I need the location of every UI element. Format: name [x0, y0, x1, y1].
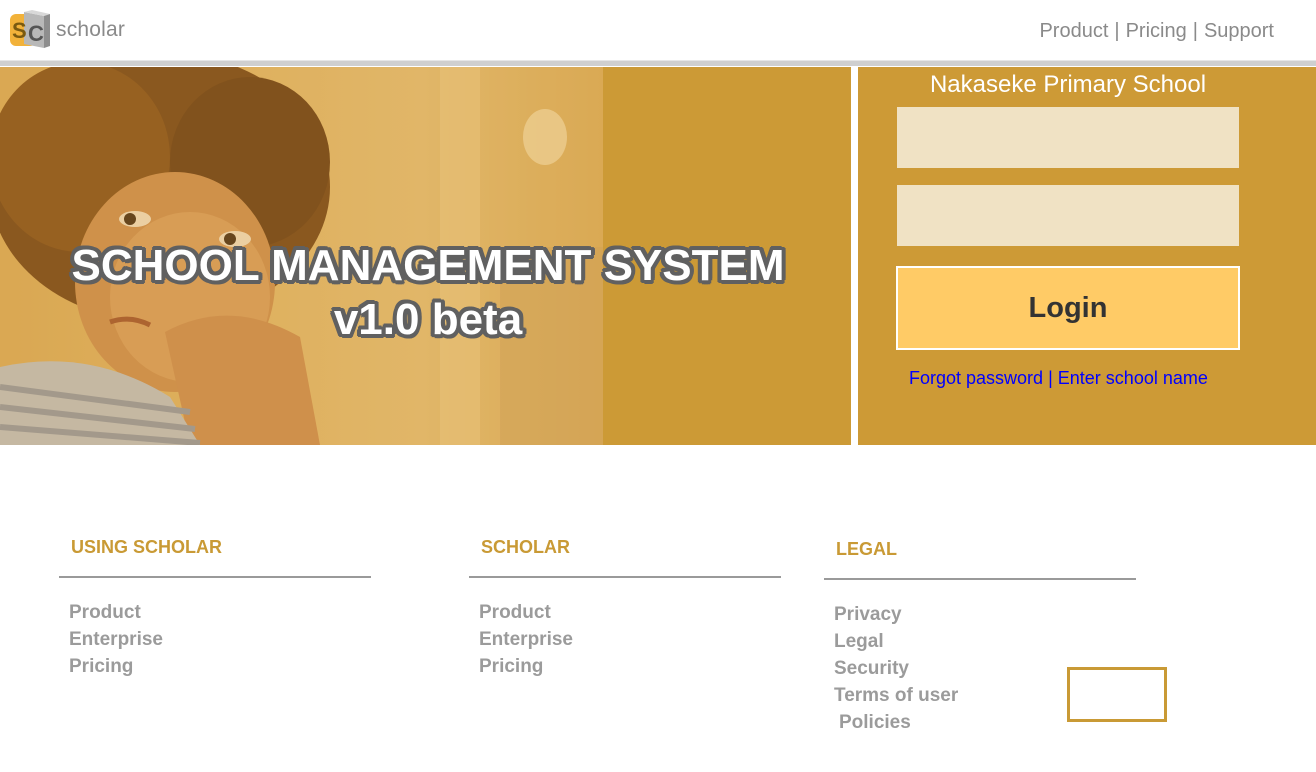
footer-heading: SCHOLAR: [481, 537, 570, 557]
hero-title: SCHOOL MANAGEMENT SYSTEM v1.0 beta: [28, 239, 828, 347]
footer-heading: LEGAL: [836, 539, 897, 559]
footer-link-product[interactable]: Product: [69, 599, 163, 626]
svg-text:S: S: [12, 18, 27, 43]
footer-link-pricing[interactable]: Pricing: [479, 653, 573, 680]
nav-separator: |: [1114, 20, 1120, 42]
nav-pricing-link[interactable]: Pricing: [1126, 20, 1187, 42]
footer-divider: [59, 576, 371, 578]
svg-text:C: C: [28, 21, 44, 46]
header: S C scholar Product | Pricing | Support: [0, 0, 1316, 60]
hero-title-line: SCHOOL MANAGEMENT SYSTEM: [71, 241, 785, 290]
footer-links: Product Enterprise Pricing: [69, 599, 163, 680]
footer-divider: [469, 576, 781, 578]
forgot-password-link[interactable]: Forgot password: [909, 368, 1043, 388]
footer-link-pricing[interactable]: Pricing: [69, 653, 163, 680]
footer-links: Privacy Legal Security Terms of user Pol…: [834, 601, 958, 736]
hero-version: v1.0 beta: [333, 295, 523, 344]
hero-banner: SCHOOL MANAGEMENT SYSTEM v1.0 beta Nakas…: [0, 67, 1316, 445]
scholar-logo-icon[interactable]: S C: [10, 10, 54, 50]
footer-link-security[interactable]: Security: [834, 655, 958, 682]
enter-school-name-link[interactable]: Enter school name: [1058, 368, 1208, 388]
footer-link-legal[interactable]: Legal: [834, 628, 958, 655]
link-separator: |: [1048, 368, 1053, 388]
hero-divider: [851, 67, 858, 445]
footer-heading: USING SCHOLAR: [71, 537, 223, 557]
nav-support-link[interactable]: Support: [1204, 20, 1274, 42]
empty-outlined-box: [1067, 667, 1167, 722]
footer-links: Product Enterprise Pricing: [479, 599, 573, 680]
footer-link-privacy[interactable]: Privacy: [834, 601, 958, 628]
brand-name[interactable]: scholar: [56, 18, 125, 42]
school-name: Nakaseke Primary School: [929, 71, 1207, 98]
footer-divider: [824, 578, 1136, 580]
nav-product-link[interactable]: Product: [1039, 20, 1108, 42]
username-input[interactable]: [897, 107, 1239, 168]
footer-link-enterprise[interactable]: Enterprise: [479, 626, 573, 653]
nav-separator: |: [1192, 20, 1198, 42]
login-panel: Nakaseke Primary School Login Forgot pas…: [858, 67, 1316, 445]
top-nav: Product | Pricing | Support: [1039, 20, 1274, 43]
footer-link-product[interactable]: Product: [479, 599, 573, 626]
login-button[interactable]: Login: [896, 266, 1240, 350]
footer-link-terms[interactable]: Terms of user: [834, 682, 958, 709]
footer-link-policies[interactable]: Policies: [834, 709, 958, 736]
footer-link-enterprise[interactable]: Enterprise: [69, 626, 163, 653]
password-input[interactable]: [897, 185, 1239, 246]
header-divider: [0, 60, 1316, 66]
login-links: Forgot password | Enter school name: [909, 368, 1208, 389]
